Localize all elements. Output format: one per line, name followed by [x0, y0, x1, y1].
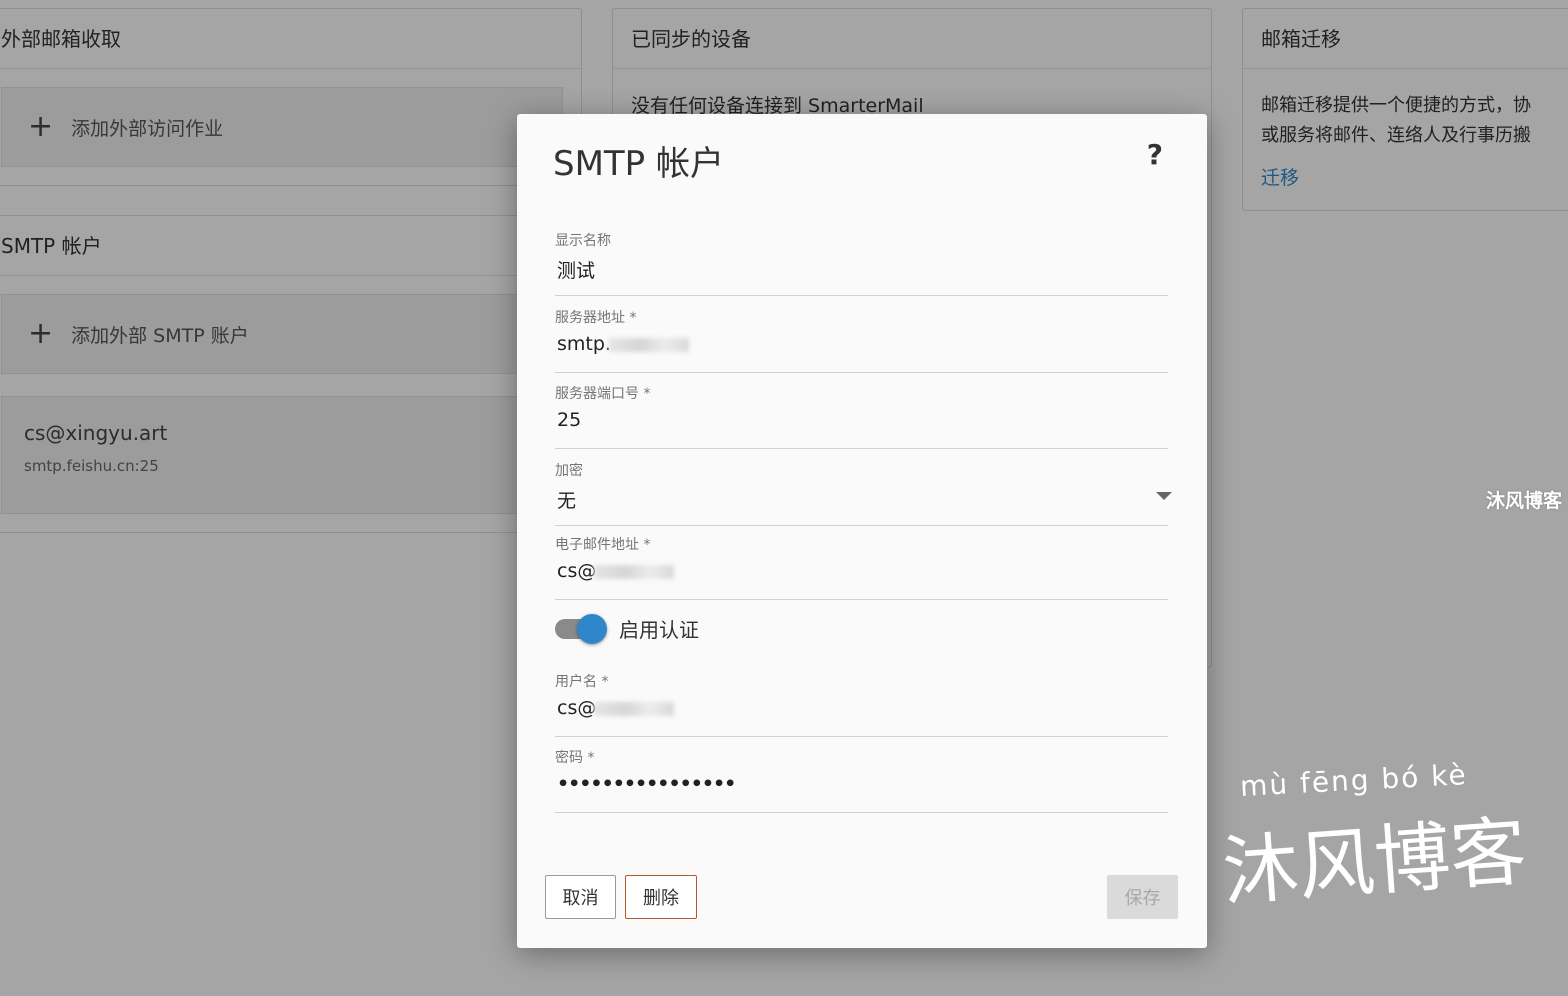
redacted-blur: [594, 564, 675, 579]
email-address-field[interactable]: 电子邮件地址 * cs@: [555, 532, 1168, 600]
server-address-label: 服务器地址 *: [555, 310, 637, 326]
save-button[interactable]: 保存: [1107, 875, 1178, 919]
email-address-input[interactable]: cs@: [557, 560, 596, 582]
redacted-blur: [608, 337, 689, 352]
toggle-switch[interactable]: [555, 613, 607, 644]
username-input[interactable]: cs@: [557, 697, 596, 719]
dialog-title: SMTP 帐户: [553, 144, 724, 184]
enable-auth-toggle[interactable]: 启用认证: [555, 613, 699, 644]
display-name-input[interactable]: 测试: [557, 256, 1168, 283]
username-field[interactable]: 用户名 * cs@: [555, 669, 1168, 737]
server-port-label: 服务器端口号 *: [555, 386, 651, 402]
cancel-button[interactable]: 取消: [545, 875, 616, 919]
password-input[interactable]: ••••••••••••••••: [557, 773, 1168, 795]
password-label: 密码 *: [555, 750, 595, 766]
username-label: 用户名 *: [555, 674, 609, 690]
watermark-small: 沐风博客: [1485, 490, 1562, 512]
server-port-field[interactable]: 服务器端口号 * 25: [555, 381, 1168, 449]
toggle-knob: [577, 613, 607, 644]
dropdown-arrow-icon: [1156, 492, 1172, 500]
watermark-logo: 沐风博客: [1219, 806, 1530, 917]
server-port-input[interactable]: 25: [557, 409, 1168, 431]
redacted-blur: [594, 701, 675, 716]
encryption-select[interactable]: 加密 无: [555, 458, 1172, 526]
email-address-label: 电子邮件地址 *: [555, 537, 651, 553]
encryption-label: 加密: [555, 463, 583, 479]
display-name-label: 显示名称: [555, 233, 611, 249]
smtp-account-dialog: SMTP 帐户 ? 显示名称 测试 服务器地址 * smtp. 服务器端口号 *…: [517, 114, 1207, 948]
server-address-field[interactable]: 服务器地址 * smtp.: [555, 305, 1168, 373]
delete-button[interactable]: 删除: [625, 875, 697, 919]
display-name-field[interactable]: 显示名称 测试: [555, 228, 1168, 296]
enable-auth-label: 启用认证: [619, 618, 699, 642]
server-address-input[interactable]: smtp.: [557, 333, 611, 355]
encryption-value: 无: [557, 490, 577, 512]
help-icon[interactable]: ?: [1147, 138, 1163, 171]
password-field[interactable]: 密码 * ••••••••••••••••: [555, 745, 1168, 813]
